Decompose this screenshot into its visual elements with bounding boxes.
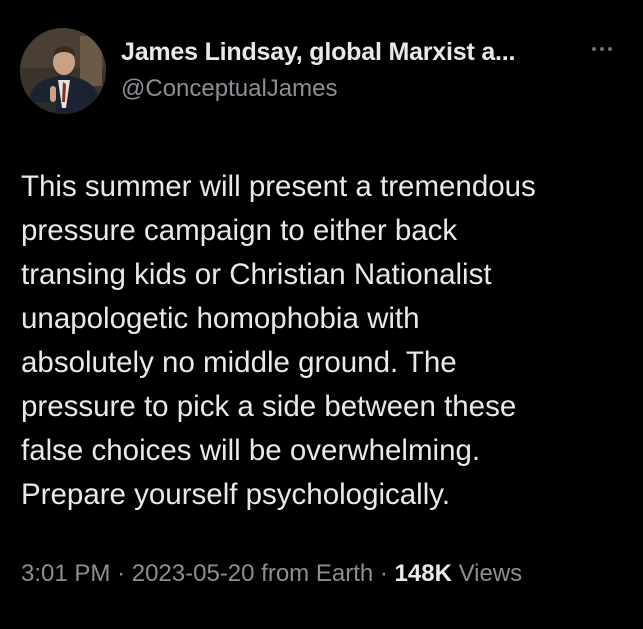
avatar[interactable]: [20, 28, 106, 114]
tweet-text-line: absolutely no middle ground. The: [21, 346, 457, 379]
tweet-text-line: pressure to pick a side between these: [21, 390, 517, 423]
tweet-time[interactable]: 3:01 PM: [21, 560, 110, 587]
tweet-card: James Lindsay, global Marxist a... @Conc…: [0, 0, 643, 629]
tweet-text: This summer will present a tremendous pr…: [21, 165, 631, 517]
meta-separator: ·: [117, 560, 126, 587]
meta-separator: ·: [379, 560, 388, 587]
tweet-text-line: transing kids or Christian Nationalist: [21, 258, 492, 291]
avatar-photo: [20, 28, 106, 114]
tweet-meta: 3:01 PM · 2023-05-20 from Earth · 148K V…: [21, 560, 522, 588]
author-display-name[interactable]: James Lindsay, global Marxist a...: [121, 38, 515, 67]
tweet-date[interactable]: 2023-05-20: [132, 560, 255, 587]
views-count[interactable]: 148K: [395, 560, 452, 587]
tweet-text-line: This summer will present a tremendous: [21, 170, 536, 203]
tweet-text-line: false choices will be overwhelming.: [21, 434, 481, 467]
more-dot: [608, 47, 612, 51]
tweet-text-line: Prepare yourself psychologically.: [21, 478, 451, 511]
tweet-text-line: pressure campaign to either back: [21, 214, 458, 247]
more-dot: [592, 47, 596, 51]
tweet-text-line: unapologetic homophobia with: [21, 302, 420, 335]
author-handle[interactable]: @ConceptualJames: [121, 75, 337, 103]
more-dot: [600, 47, 604, 51]
tweet-source: from Earth: [261, 560, 374, 587]
more-horizontal-icon[interactable]: [592, 44, 618, 54]
views-label: Views: [458, 560, 523, 587]
